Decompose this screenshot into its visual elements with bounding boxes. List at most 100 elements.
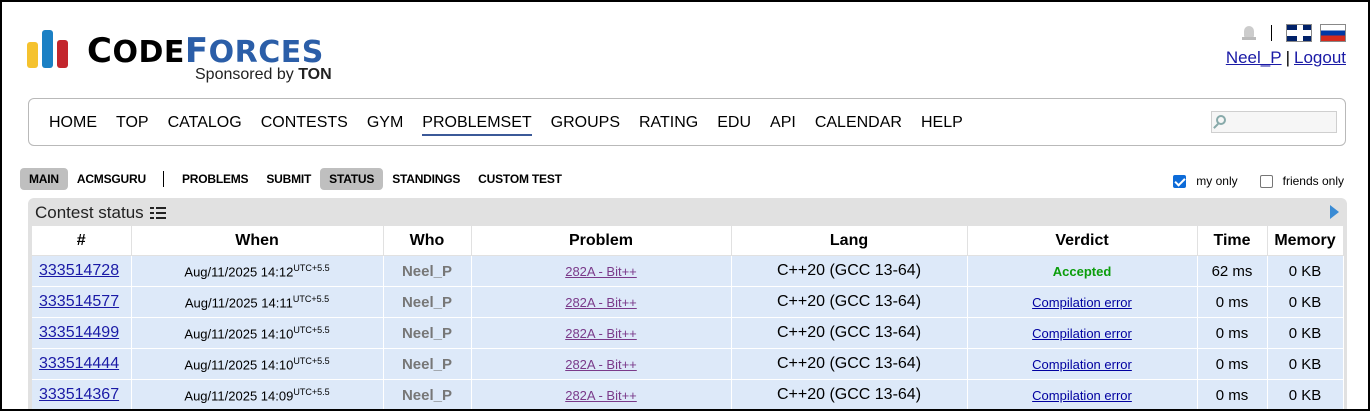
logo-wordmark: CODEFORCES	[87, 31, 324, 71]
problem-cell: 282A - Bit++	[471, 379, 732, 409]
lang-cell: C++20 (GCC 13-64)	[731, 255, 968, 287]
table-row: 333514499 Aug/11/2025 14:10UTC+5.5 Neel_P 2…	[32, 317, 1344, 349]
submenu-custom-test[interactable]: CUSTOM TEST	[469, 168, 571, 190]
main-menu: HOME TOP CATALOG CONTESTS GYM PROBLEMSET GROUP…	[28, 98, 1346, 146]
menu-item-groups[interactable]: GROUPS	[551, 112, 620, 136]
who-cell[interactable]: Neel_P	[383, 286, 472, 318]
verdict-label[interactable]: Compilation error	[1032, 326, 1132, 341]
time-cell: 0 ms	[1197, 286, 1268, 318]
submission-time: Aug/11/2025 14:10	[184, 326, 294, 342]
submission-link[interactable]: 333514367	[39, 386, 119, 403]
submission-link[interactable]: 333514444	[39, 355, 119, 372]
column-header: When	[131, 226, 384, 256]
menu-item-top[interactable]: TOP	[116, 112, 149, 136]
column-header: Lang	[731, 226, 968, 256]
memory-cell: 0 KB	[1267, 255, 1344, 287]
problem-link[interactable]: 282A - Bit++	[565, 357, 637, 372]
lang-cell: C++20 (GCC 13-64)	[731, 317, 968, 349]
table-row: 333514577 Aug/11/2025 14:11UTC+5.5 Neel_P 2…	[32, 286, 1344, 318]
friends-only-checkbox[interactable]	[1259, 174, 1273, 188]
who-cell[interactable]: Neel_P	[383, 317, 472, 349]
submission-id-cell: 333514499	[32, 317, 132, 349]
page-frame: CODEFORCES Sponsored by TON Neel_P | Logou…	[0, 0, 1370, 411]
expand-arrow-icon[interactable]	[1330, 205, 1339, 219]
menu-item-api[interactable]: API	[770, 112, 796, 136]
submission-time: Aug/11/2025 14:11	[184, 295, 293, 311]
submission-link[interactable]: 333514577	[39, 293, 119, 310]
submenu-acmsguru[interactable]: ACMSGURU	[68, 168, 155, 190]
table-header: # When Who Problem Lang Verdict Time Memory	[32, 226, 1344, 256]
memory-cell: 0 KB	[1267, 379, 1344, 409]
submenu-main[interactable]: MAIN	[20, 168, 68, 190]
bell-icon[interactable]	[1241, 24, 1257, 42]
codeforces-logo[interactable]: CODEFORCES Sponsored by TON	[27, 30, 347, 88]
sponsor-text: Sponsored by TON	[195, 66, 332, 83]
friends-only-label: friends only	[1282, 174, 1344, 188]
problem-cell: 282A - Bit++	[471, 255, 732, 287]
profile-link[interactable]: Neel_P	[1226, 48, 1282, 67]
menu-item-catalog[interactable]: CATALOG	[168, 112, 242, 136]
verdict-label[interactable]: Compilation error	[1032, 295, 1132, 310]
submission-link[interactable]: 333514728	[39, 262, 119, 279]
verdict-label[interactable]: Compilation error	[1032, 388, 1132, 403]
time-cell: 0 ms	[1197, 317, 1268, 349]
timezone-label: UTC+5.5	[293, 355, 330, 366]
timezone-label: UTC+5.5	[293, 386, 330, 397]
problem-cell: 282A - Bit++	[471, 348, 732, 380]
column-header: #	[32, 226, 132, 256]
problem-link[interactable]: 282A - Bit++	[565, 264, 637, 279]
menu-item-rating[interactable]: RATING	[639, 112, 698, 136]
menu-item-contests[interactable]: CONTESTS	[261, 112, 348, 136]
second-level-menu: MAIN ACMSGURU PROBLEMS SUBMIT STATUS STANDING…	[20, 168, 571, 190]
lang-cell: C++20 (GCC 13-64)	[731, 379, 968, 409]
when-cell: Aug/11/2025 14:11UTC+5.5	[131, 286, 384, 318]
contest-status-box: Contest status # When Who Problem Lang Verdic…	[28, 198, 1347, 409]
menu-item-problemset[interactable]: PROBLEMSET	[422, 112, 532, 136]
memory-cell: 0 KB	[1267, 317, 1344, 349]
logout-link[interactable]: Logout	[1294, 48, 1346, 67]
submenu-submit[interactable]: SUBMIT	[257, 168, 320, 190]
list-icon	[149, 207, 166, 219]
submission-time: Aug/11/2025 14:10	[184, 357, 294, 373]
menu-item-help[interactable]: HELP	[921, 112, 963, 136]
uk-flag-icon[interactable]	[1286, 24, 1312, 42]
problem-link[interactable]: 282A - Bit++	[565, 388, 637, 403]
submission-id-cell: 333514577	[32, 286, 132, 318]
time-cell: 0 ms	[1197, 348, 1268, 380]
column-header: Verdict	[967, 226, 1198, 256]
submission-time: Aug/11/2025 14:12	[184, 264, 294, 280]
submenu-standings[interactable]: STANDINGS	[383, 168, 469, 190]
menu-item-edu[interactable]: EDU	[717, 112, 751, 136]
submission-link[interactable]: 333514499	[39, 324, 119, 341]
menu-item-home[interactable]: HOME	[49, 112, 97, 136]
table-row: 333514728 Aug/11/2025 14:12UTC+5.5 Neel_P 2…	[32, 255, 1344, 287]
verdict-cell: Compilation error	[967, 286, 1198, 318]
timezone-label: UTC+5.5	[293, 262, 330, 273]
problem-link[interactable]: 282A - Bit++	[565, 295, 637, 310]
verdict-label[interactable]: Compilation error	[1032, 357, 1132, 372]
submenu-problems[interactable]: PROBLEMS	[173, 168, 257, 190]
problem-link[interactable]: 282A - Bit++	[565, 326, 637, 341]
when-cell: Aug/11/2025 14:10UTC+5.5	[131, 348, 384, 380]
my-only-label: my only	[1196, 174, 1238, 188]
who-cell[interactable]: Neel_P	[383, 379, 472, 409]
user-area: Neel_P | Logout	[1146, 20, 1346, 70]
problem-cell: 282A - Bit++	[471, 317, 732, 349]
who-cell[interactable]: Neel_P	[383, 255, 472, 287]
lang-cell: C++20 (GCC 13-64)	[731, 286, 968, 318]
search-icon	[1216, 115, 1226, 125]
verdict-cell: Compilation error	[967, 317, 1198, 349]
status-caption: Contest status	[35, 203, 166, 223]
when-cell: Aug/11/2025 14:10UTC+5.5	[131, 317, 384, 349]
my-only-checkbox[interactable]	[1173, 174, 1187, 188]
menu-item-gym[interactable]: GYM	[367, 112, 403, 136]
when-cell: Aug/11/2025 14:09UTC+5.5	[131, 379, 384, 409]
submission-id-cell: 333514728	[32, 255, 132, 287]
search-input[interactable]	[1211, 111, 1337, 133]
who-cell[interactable]: Neel_P	[383, 348, 472, 380]
verdict-cell: Compilation error	[967, 379, 1198, 409]
ru-flag-icon[interactable]	[1320, 24, 1346, 42]
menu-item-calendar[interactable]: CALENDAR	[815, 112, 902, 136]
memory-cell: 0 KB	[1267, 286, 1344, 318]
submenu-status[interactable]: STATUS	[320, 168, 384, 190]
